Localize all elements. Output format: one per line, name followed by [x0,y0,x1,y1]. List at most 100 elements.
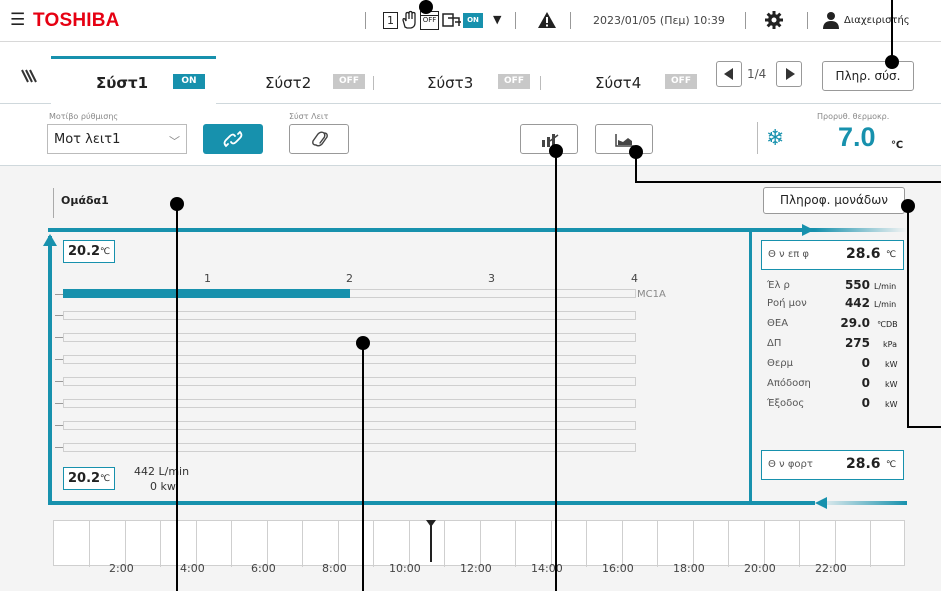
setpoint-unit: ℃ [891,140,904,151]
flow-arrow-up-icon [43,234,57,246]
unit-row[interactable] [63,333,636,342]
info-unit: L/min [874,300,897,309]
info-value: 29.0 [840,316,870,330]
user-name[interactable]: Διαχειριστής [844,15,910,26]
dropdown-arrow-icon[interactable]: ▼ [493,13,501,26]
schedule-timeline[interactable] [53,520,905,567]
schedule-off-label: OFF [422,16,437,24]
info-value: 442 [844,296,870,310]
supply-flow-fade [815,228,907,232]
unit-row[interactable] [63,355,636,364]
timeline-gridline [338,521,339,567]
trend-chart-button[interactable] [595,124,653,154]
tab-divider [540,76,541,90]
collapse-panel-icon[interactable] [20,68,38,83]
supply-temp-label: Θ ν επ φ [768,249,810,260]
warning-icon[interactable] [537,11,557,29]
switch-icon [442,10,462,30]
time-label: 22:00 [815,562,847,575]
callout-line [176,204,178,591]
tab-status-badge: OFF [665,74,697,89]
timeline-gridline [764,521,765,567]
app-header: ☰ TOSHIBA 1 OFF ON ▼ 2023/01/05 (Πεμ) 10… [0,0,941,42]
time-label: 16:00 [602,562,634,575]
current-time-pointer-icon [426,520,436,527]
timeline-gridline [515,521,516,567]
mode-label: Μοτίβο ρύθμισης [49,112,119,121]
time-label: 18:00 [673,562,705,575]
time-label: 10:00 [389,562,421,575]
timeline-gridline [728,521,729,567]
chevron-right-icon [786,68,795,80]
group-name: Ομάδα1 [61,194,109,207]
unlink-button[interactable] [289,124,349,154]
timeline-gridline [551,521,552,567]
chevron-left-icon [724,68,733,80]
info-unit: kW [885,380,898,389]
supply-temp-box: Θ ν επ φ 28.6 ℃ [761,240,904,270]
scale-label-3: 3 [488,272,495,285]
tab-system3[interactable]: Σύστ3 [427,74,473,92]
next-page-button[interactable] [776,61,802,87]
timeline-gridline [267,521,268,567]
left-flow-line [48,236,52,504]
header-divider [570,12,571,29]
info-value: 0 [861,376,870,390]
unit-row[interactable] [63,421,636,430]
info-unit: kPa [883,340,897,349]
scale-label-2: 2 [346,272,353,285]
info-unit: L/min [874,282,897,291]
tab-system2[interactable]: Σύστ2 [265,74,311,92]
timeline-gridline [196,521,197,567]
link-mode-button[interactable] [203,124,263,154]
unit-row[interactable] [63,399,636,408]
unit-row[interactable] [63,443,636,452]
info-label: ΔΠ [767,338,782,349]
mode-select-value: Μοτ λειτ1 [54,132,121,147]
gear-icon[interactable] [764,10,784,30]
header-divider [515,12,516,29]
info-value: 0 [861,396,870,410]
unit-name: MC1A [637,289,666,300]
load-temp-box: Θ ν φορτ 28.6 ℃ [761,450,904,480]
timeline-gridline [586,521,587,567]
hamburger-menu-icon[interactable]: ☰ [10,11,25,29]
tab-system4[interactable]: Σύστ4 [595,74,641,92]
on-status-badge: ON [463,13,483,28]
group-flow: 442 L/min [134,465,190,478]
callout-line [891,0,893,58]
timeline-gridline [444,521,445,567]
time-label: 12:00 [460,562,492,575]
unit-info-button[interactable]: Πληροφ. μονάδων [763,187,905,214]
hand-icon [400,10,418,30]
page-indicator: 1/4 [747,67,767,81]
unit-count-icon: 1 [383,12,398,29]
return-flow-line [48,501,816,505]
header-divider [745,12,746,29]
callout-line [425,0,427,6]
outlet-temp-box: 20.2 ℃ [63,467,115,490]
snowflake-icon: ❄ [766,126,785,151]
user-icon [822,11,840,29]
control-divider [757,122,758,154]
setpoint-value: 7.0 [838,122,876,152]
datetime-display: 2023/01/05 (Πεμ) 10:39 [593,14,725,27]
header-divider [365,12,366,29]
info-unit: kW [885,360,898,369]
unit-row[interactable] [63,377,636,386]
time-label: 2:00 [109,562,134,575]
info-label: Έξοδος [767,398,805,409]
previous-page-button[interactable] [716,61,742,87]
timeline-gridline [622,521,623,567]
unit-row[interactable] [63,289,636,298]
timeline-gridline [693,521,694,567]
inlet-temp-box: 20.2 ℃ [63,240,115,263]
callout-line [907,206,909,428]
unit-row[interactable] [63,311,636,320]
scale-label-1: 1 [204,272,211,285]
brand-logo: TOSHIBA [33,10,120,31]
tab-label[interactable]: Σύστ1 [96,74,148,92]
timeline-gridline [409,521,410,567]
system-info-button[interactable]: Πληρ. σύσ. [822,61,914,91]
mode-select[interactable]: Μοτ λειτ1 ﹀ [47,124,187,154]
